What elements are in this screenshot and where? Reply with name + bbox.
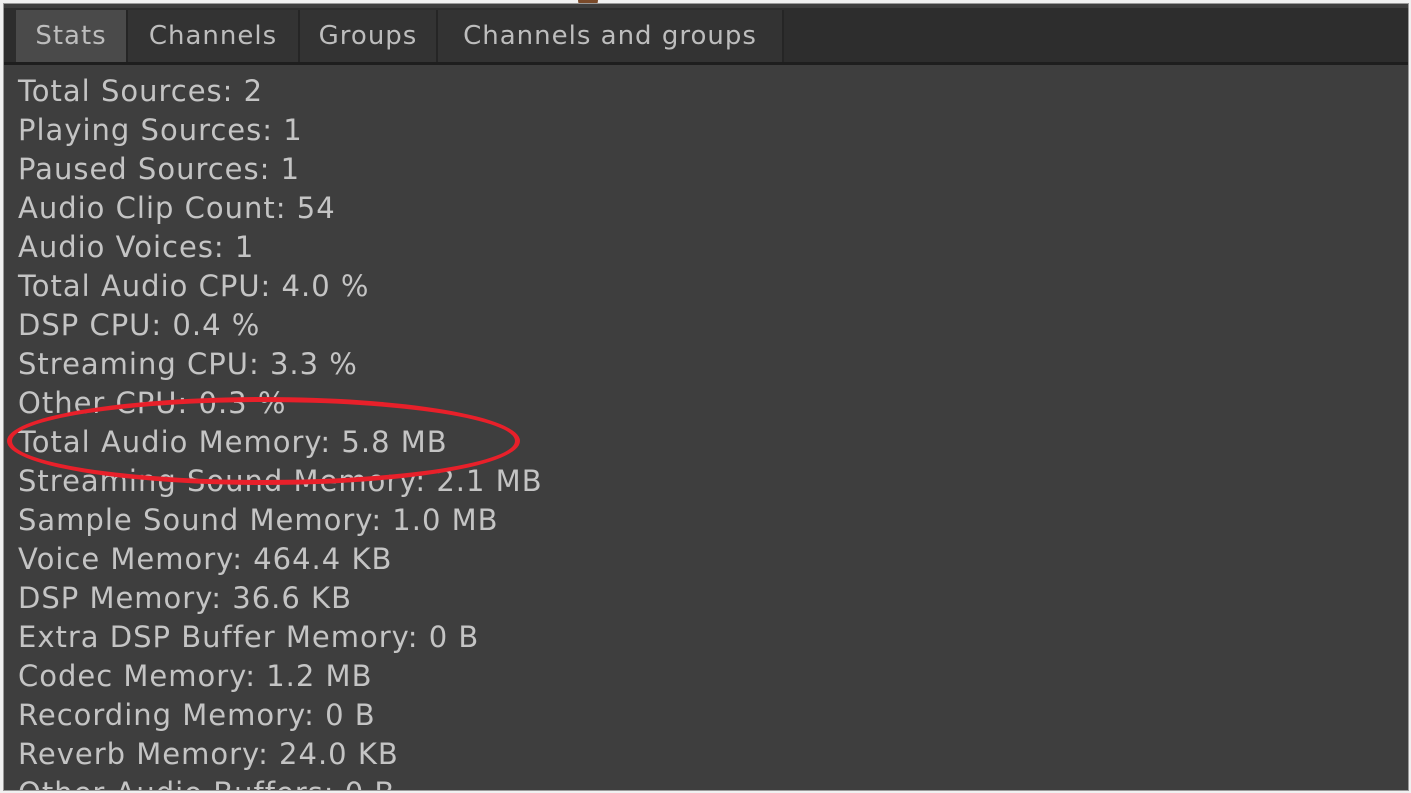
stat-paused-sources: Paused Sources: 1: [18, 152, 301, 186]
stat-dsp-memory: DSP Memory: 36.6 KB: [18, 581, 352, 615]
stat-audio-voices: Audio Voices: 1: [18, 230, 255, 264]
tab-channels[interactable]: Channels: [128, 10, 300, 62]
stat-voice-memory: Voice Memory: 464.4 KB: [18, 542, 393, 576]
stat-streaming-cpu: Streaming CPU: 3.3 %: [18, 347, 358, 381]
stat-reverb-memory: Reverb Memory: 24.0 KB: [18, 737, 399, 771]
stat-recording-memory: Recording Memory: 0 B: [18, 698, 376, 732]
stat-sample-sound-memory: Sample Sound Memory: 1.0 MB: [18, 503, 499, 537]
tab-bar: Stats Channels Groups Channels and group…: [4, 8, 1408, 65]
stat-audio-clip-count: Audio Clip Count: 54: [18, 191, 336, 225]
stat-playing-sources: Playing Sources: 1: [18, 113, 303, 147]
tab-stats[interactable]: Stats: [16, 10, 128, 62]
tab-channels-and-groups[interactable]: Channels and groups: [438, 10, 784, 62]
stat-other-audio-buffers: Other Audio Buffers: 0 B: [18, 774, 543, 790]
stat-extra-dsp-buffer-memory: Extra DSP Buffer Memory: 0 B: [18, 620, 480, 654]
tab-groups[interactable]: Groups: [300, 10, 438, 62]
stat-codec-memory: Codec Memory: 1.2 MB: [18, 659, 373, 693]
stat-dsp-cpu: DSP CPU: 0.4 %: [18, 308, 261, 342]
stat-total-audio-cpu: Total Audio CPU: 4.0 %: [18, 269, 370, 303]
stat-total-sources: Total Sources: 2: [18, 74, 264, 108]
highlight-ellipse: [7, 397, 520, 485]
